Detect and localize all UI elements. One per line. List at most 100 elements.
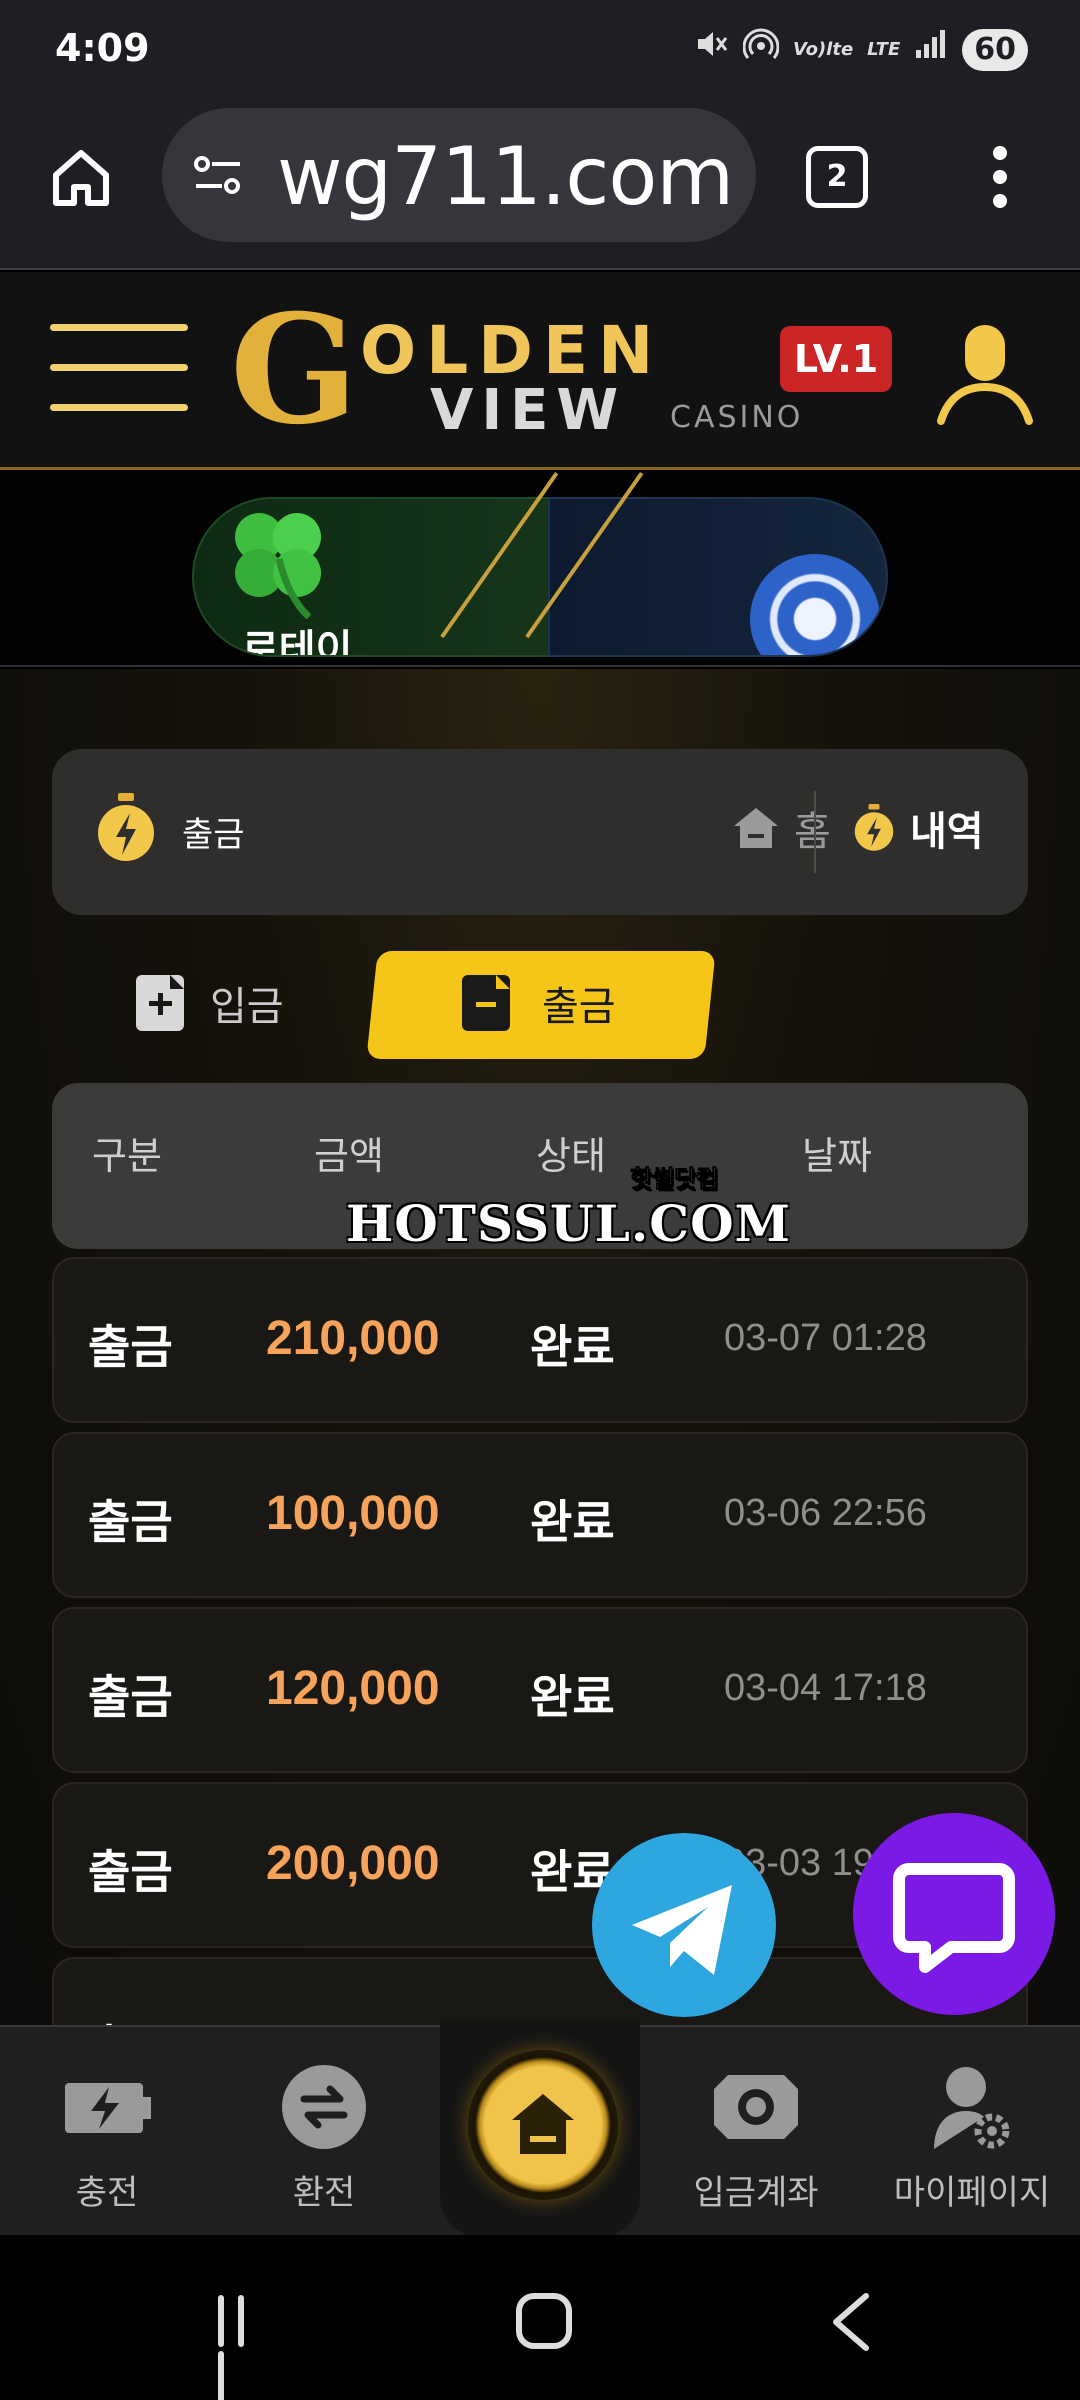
- table-row[interactable]: 출금 100,000 완료 03-06 22:56: [52, 1432, 1028, 1598]
- site-header: G OLDEN VIEW CASINO LV.1: [0, 272, 1080, 470]
- user-icon: [937, 325, 1033, 425]
- bottom-nav-charge-label: 충전: [75, 2173, 139, 2213]
- level-badge: LV.1: [780, 326, 892, 392]
- banner-text: 로테이: [242, 627, 353, 657]
- recent-apps-icon: [218, 2295, 224, 2347]
- status-time: 4:09: [55, 26, 150, 70]
- recent-apps-icon: [218, 2351, 224, 2400]
- site-settings-icon[interactable]: [190, 148, 246, 204]
- menu-dot-icon: [993, 194, 1007, 208]
- system-navigation-bar: [0, 2235, 1080, 2400]
- row-amount: 120,000: [266, 1662, 440, 1715]
- battery-indicator: 60: [962, 28, 1028, 71]
- table-row[interactable]: 출금 120,000 완료 03-04 17:18: [52, 1607, 1028, 1773]
- mypage-icon: [934, 2067, 1010, 2149]
- live-chat-button[interactable]: [853, 1813, 1055, 2015]
- tab-withdraw-label: 출금: [542, 984, 616, 1030]
- watermark-korean: 핫썰닷컴: [629, 1165, 719, 1194]
- system-home-button[interactable]: [516, 2293, 572, 2349]
- column-header-amount: 금액: [314, 1134, 384, 1178]
- banner-right-panel: [548, 497, 888, 657]
- signal-icon: [914, 28, 948, 71]
- document-minus-icon: [462, 975, 510, 1031]
- menu-line-icon: [50, 324, 188, 331]
- browser-menu-button[interactable]: [985, 146, 1015, 208]
- back-chevron-icon: [833, 2293, 869, 2351]
- column-header-status: 상태: [536, 1134, 606, 1178]
- bottom-nav-mypage-label: 마이페이지: [893, 2173, 1051, 2213]
- nav-history-label: 내역: [910, 809, 984, 855]
- row-type: 출금: [88, 1320, 173, 1374]
- tab-deposit[interactable]: 입금: [136, 974, 284, 1032]
- bottom-nav-charge[interactable]: 충전: [17, 2065, 197, 2214]
- tab-deposit-label: 입금: [210, 984, 284, 1030]
- bottom-nav-home-button[interactable]: [468, 2050, 618, 2200]
- page-title: 출금: [182, 815, 245, 855]
- menu-line-icon: [50, 364, 188, 371]
- recent-apps-icon: [238, 2295, 244, 2347]
- lte-icon: LTE: [867, 38, 901, 60]
- casino-chip-icon: [750, 554, 880, 655]
- url-text[interactable]: wg711.com: [277, 130, 734, 223]
- bottom-nav-deposit-account-label: 입금계좌: [693, 2173, 819, 2213]
- tabs-count-button[interactable]: 2: [806, 146, 868, 208]
- watermark-text: HOTSSUL.COM: [346, 1194, 791, 1253]
- stopwatch-icon: [98, 793, 154, 861]
- banner-left-panel: 로테이: [192, 497, 552, 657]
- nav-history-link[interactable]: 내역: [852, 799, 984, 857]
- user-profile-button[interactable]: [935, 317, 1035, 427]
- row-type: 출금: [88, 1845, 173, 1899]
- status-icons: Vo)lte LTE 60: [693, 26, 1028, 73]
- clover-icon: [235, 513, 321, 619]
- recent-apps-button[interactable]: [218, 2295, 272, 2400]
- logo-initial: G: [230, 282, 359, 458]
- status-bar: 4:09 Vo)lte LTE 60: [0, 0, 1080, 100]
- row-type: 출금: [88, 2011, 173, 2025]
- row-type: 출금: [88, 1495, 173, 1549]
- mute-icon: [693, 26, 729, 73]
- system-back-button[interactable]: [822, 2290, 882, 2354]
- tab-withdraw-content[interactable]: 출금: [462, 974, 616, 1032]
- chat-bubble-icon: [893, 1863, 1015, 1973]
- row-date: 03-07 01:28: [724, 1317, 927, 1359]
- battery-charge-icon: [65, 2083, 151, 2133]
- page-nav-card: 출금 홈 내역: [52, 749, 1028, 915]
- home-icon: [512, 2094, 574, 2154]
- hotspot-icon: [742, 26, 780, 73]
- bottom-nav-mypage[interactable]: 마이페이지: [882, 2065, 1062, 2214]
- volte-icon: Vo)lte: [792, 38, 854, 60]
- address-bar[interactable]: wg711.com: [162, 108, 756, 242]
- row-amount: 100,000: [266, 1487, 440, 1540]
- telegram-button[interactable]: [592, 1833, 776, 2017]
- bottom-nav-deposit-account[interactable]: 입금계좌: [666, 2065, 846, 2214]
- row-date: 03-04 17:18: [724, 1667, 927, 1709]
- nav-divider: [814, 791, 816, 873]
- bank-account-icon: [714, 2075, 798, 2139]
- bottom-nav-exchange[interactable]: 환전: [234, 2065, 414, 2214]
- logo-word-casino: CASINO: [670, 400, 804, 435]
- document-plus-icon: [136, 975, 184, 1031]
- promo-banner[interactable]: 로테이: [0, 472, 1080, 667]
- home-icon: [53, 150, 109, 206]
- row-status: 완료: [530, 1320, 615, 1374]
- row-status: 완료: [530, 1495, 615, 1549]
- row-amount: 200,000: [266, 1837, 440, 1890]
- hamburger-menu-button[interactable]: [50, 324, 188, 414]
- stopwatch-icon: [854, 803, 894, 851]
- menu-line-icon: [50, 404, 188, 411]
- site-logo[interactable]: G OLDEN VIEW CASINO: [230, 290, 850, 450]
- browser-toolbar: wg711.com 2: [0, 100, 1080, 270]
- nav-home-label: 홈: [794, 809, 831, 855]
- table-row[interactable]: 출금 210,000 완료 03-07 01:28: [52, 1257, 1028, 1423]
- browser-home-button[interactable]: [48, 145, 114, 211]
- house-icon: [734, 808, 778, 848]
- exchange-icon: [282, 2065, 366, 2149]
- telegram-icon: [632, 1885, 732, 1975]
- menu-dot-icon: [993, 146, 1007, 160]
- row-amount: 210,000: [266, 1312, 440, 1365]
- logo-word-view: VIEW: [430, 378, 627, 443]
- menu-dot-icon: [993, 170, 1007, 184]
- column-header-date: 날짜: [802, 1134, 872, 1178]
- row-type: 출금: [88, 1670, 173, 1724]
- row-status: 완료: [530, 1670, 615, 1724]
